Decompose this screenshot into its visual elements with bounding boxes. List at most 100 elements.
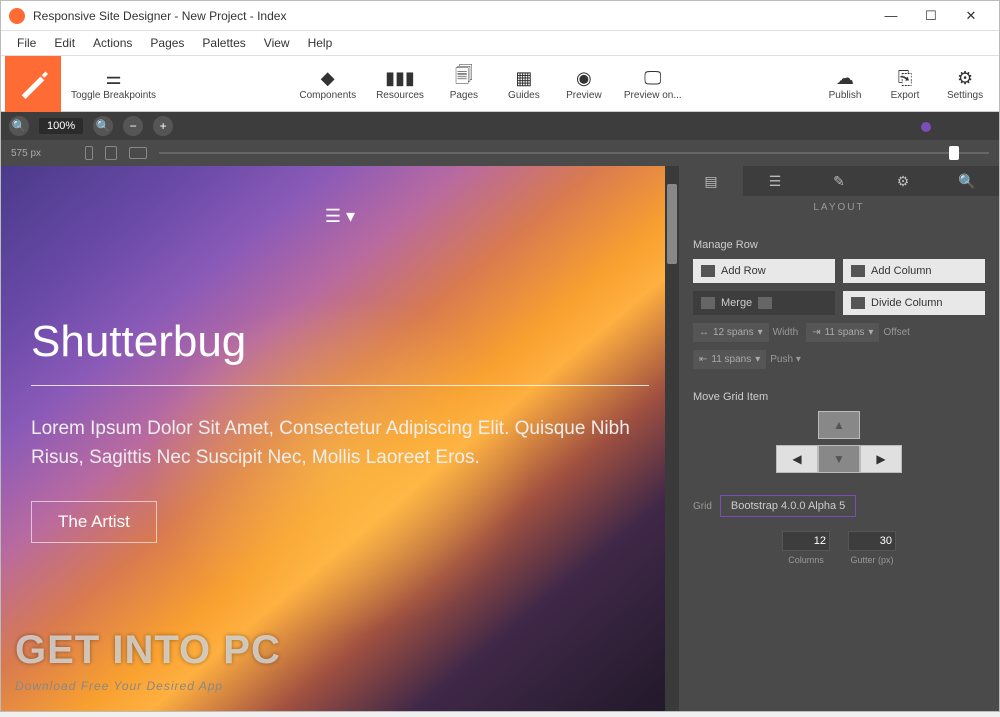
toggle-label: Toggle Breakpoints bbox=[71, 90, 156, 101]
add-row-button[interactable]: Add Row bbox=[693, 259, 835, 283]
toggle-icon: ⚌ bbox=[102, 66, 126, 90]
maximize-button[interactable]: ☐ bbox=[911, 2, 951, 30]
menu-help[interactable]: Help bbox=[300, 33, 341, 53]
guides-icon: ▦ bbox=[512, 66, 536, 90]
gutter-input[interactable] bbox=[848, 531, 896, 551]
arrow-left-button[interactable]: ◀ bbox=[776, 445, 818, 473]
guides-label: Guides bbox=[508, 90, 540, 101]
hero-heading[interactable]: Shutterbug bbox=[31, 317, 649, 367]
divider bbox=[31, 385, 649, 386]
menu-file[interactable]: File bbox=[9, 33, 44, 53]
settings-button[interactable]: ⚙Settings bbox=[935, 62, 995, 105]
phone-icon[interactable] bbox=[85, 146, 93, 160]
desktop-icon[interactable] bbox=[129, 147, 147, 159]
menu-actions[interactable]: Actions bbox=[85, 33, 140, 53]
zoom-percent[interactable]: 100% bbox=[39, 118, 83, 134]
zoom-in-button[interactable]: 🔍 bbox=[93, 116, 113, 136]
pages-button[interactable]: 🗐Pages bbox=[434, 62, 494, 105]
close-button[interactable]: ✕ bbox=[951, 2, 991, 30]
arrow-down-button[interactable]: ▼ bbox=[818, 445, 860, 473]
zoom-plus-button[interactable]: + bbox=[153, 116, 173, 136]
tab-list[interactable]: ☰ bbox=[743, 166, 807, 196]
tab-style[interactable]: ✎ bbox=[807, 166, 871, 196]
zoom-out-button[interactable]: 🔍 bbox=[9, 116, 29, 136]
cloud-icon: ☁ bbox=[833, 66, 857, 90]
publish-button[interactable]: ☁Publish bbox=[815, 62, 875, 105]
gear-icon: ⚙ bbox=[953, 66, 977, 90]
hero-body[interactable]: Lorem Ipsum Dolor Sit Amet, Consectetur … bbox=[31, 414, 649, 473]
preview-on-button[interactable]: 🖵Preview on... bbox=[614, 62, 692, 105]
toolbar: ⚌ Toggle Breakpoints ◆Components ▮▮▮Reso… bbox=[1, 56, 999, 112]
breakpoint-slider[interactable] bbox=[949, 146, 959, 160]
preview-on-label: Preview on... bbox=[624, 90, 682, 101]
preview-label: Preview bbox=[566, 90, 602, 101]
menu-pages[interactable]: Pages bbox=[142, 33, 192, 53]
design-canvas[interactable]: ☰ ▾ Shutterbug Lorem Ipsum Dolor Sit Ame… bbox=[1, 166, 679, 711]
preview-button[interactable]: ◉Preview bbox=[554, 62, 614, 105]
guides-button[interactable]: ▦Guides bbox=[494, 62, 554, 105]
push-label: Push ▾ bbox=[770, 354, 801, 365]
row-icon bbox=[701, 265, 715, 277]
inspector-panel: ▤ ☰ ✎ ⚙ 🔍 LAYOUT Manage Row Add Row Add … bbox=[679, 166, 999, 711]
gutter-label: Gutter (px) bbox=[850, 555, 893, 565]
width-label: Width bbox=[773, 327, 799, 338]
divide-column-button[interactable]: Divide Column bbox=[843, 291, 985, 315]
brand-tile[interactable] bbox=[5, 56, 61, 112]
tab-search[interactable]: 🔍 bbox=[935, 166, 999, 196]
menubar: File Edit Actions Pages Palettes View He… bbox=[1, 31, 999, 56]
arrow-up-button[interactable]: ▲ bbox=[818, 411, 860, 439]
monitor-icon: 🖵 bbox=[641, 66, 665, 90]
pages-label: Pages bbox=[450, 90, 478, 101]
columns-input[interactable] bbox=[782, 531, 830, 551]
eye-icon: ◉ bbox=[572, 66, 596, 90]
publish-label: Publish bbox=[829, 90, 862, 101]
tablet-icon[interactable] bbox=[105, 146, 117, 160]
layout-header: LAYOUT bbox=[679, 196, 999, 219]
titlebar: Responsive Site Designer - New Project -… bbox=[1, 1, 999, 31]
toggle-breakpoints-button[interactable]: ⚌ Toggle Breakpoints bbox=[61, 62, 166, 105]
zoom-minus-button[interactable]: − bbox=[123, 116, 143, 136]
canvas-scrollbar[interactable] bbox=[665, 166, 679, 711]
components-button[interactable]: ◆Components bbox=[289, 62, 366, 105]
menu-palettes[interactable]: Palettes bbox=[194, 33, 253, 53]
add-column-button[interactable]: Add Column bbox=[843, 259, 985, 283]
divide-icon bbox=[851, 297, 865, 309]
settings-label: Settings bbox=[947, 90, 983, 101]
breakpoint-label: 575 px bbox=[11, 148, 41, 159]
move-grid-label: Move Grid Item bbox=[693, 391, 985, 403]
tab-settings[interactable]: ⚙ bbox=[871, 166, 935, 196]
app-icon bbox=[9, 8, 25, 24]
merge-left-icon bbox=[701, 297, 715, 309]
merge-right-icon bbox=[758, 297, 772, 309]
columns-label: Columns bbox=[788, 555, 824, 565]
column-icon bbox=[851, 265, 865, 277]
canvas-area: ☰ ▾ Shutterbug Lorem Ipsum Dolor Sit Ame… bbox=[1, 166, 679, 711]
export-button[interactable]: ⎘Export bbox=[875, 62, 935, 105]
breakpoint-marker[interactable] bbox=[921, 122, 931, 132]
width-spans[interactable]: ↔12 spans▾ bbox=[693, 323, 769, 342]
export-icon: ⎘ bbox=[893, 66, 917, 90]
components-label: Components bbox=[299, 90, 356, 101]
offset-label: Offset bbox=[883, 327, 910, 338]
offset-spans[interactable]: ⇥11 spans▾ bbox=[806, 323, 879, 342]
menu-view[interactable]: View bbox=[256, 33, 298, 53]
grid-label: Grid bbox=[693, 501, 712, 512]
resources-label: Resources bbox=[376, 90, 424, 101]
window-title: Responsive Site Designer - New Project -… bbox=[33, 9, 871, 23]
resources-icon: ▮▮▮ bbox=[388, 66, 412, 90]
minimize-button[interactable]: — bbox=[871, 2, 911, 30]
resources-button[interactable]: ▮▮▮Resources bbox=[366, 62, 434, 105]
pages-icon: 🗐 bbox=[452, 66, 476, 90]
hamburger-icon[interactable]: ☰ ▾ bbox=[31, 206, 649, 227]
manage-row-label: Manage Row bbox=[693, 239, 985, 251]
push-spans[interactable]: ⇤11 spans▾ bbox=[693, 350, 766, 369]
components-icon: ◆ bbox=[316, 66, 340, 90]
merge-button[interactable]: Merge bbox=[693, 291, 835, 315]
artist-button[interactable]: The Artist bbox=[31, 501, 157, 543]
arrow-right-button[interactable]: ▶ bbox=[860, 445, 902, 473]
grid-select[interactable]: Bootstrap 4.0.0 Alpha 5 bbox=[720, 495, 856, 517]
menu-edit[interactable]: Edit bbox=[46, 33, 83, 53]
export-label: Export bbox=[891, 90, 920, 101]
zoom-bar: 🔍 100% 🔍 − + bbox=[1, 112, 999, 140]
tab-layout[interactable]: ▤ bbox=[679, 166, 743, 196]
